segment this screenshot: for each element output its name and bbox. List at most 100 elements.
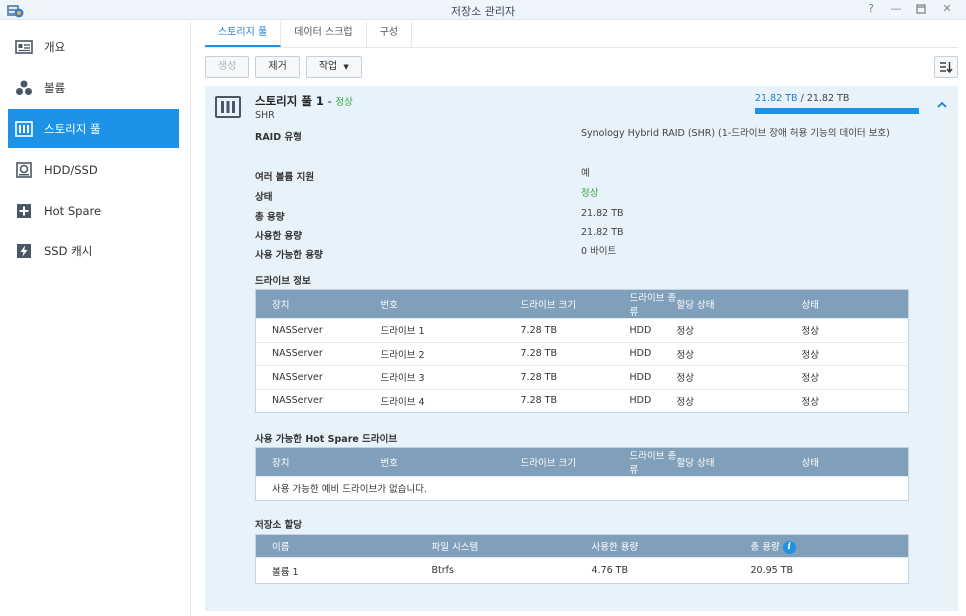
allocation-title: 저장소 할당: [255, 520, 303, 531]
table-row[interactable]: NASServer 드라이브 1 7.28 TB HDD 정상 정상: [255, 318, 909, 342]
hdd-icon: [14, 160, 34, 180]
hot-spare-title-prefix: 사용 가능한: [255, 434, 306, 445]
cell-name: 볼륨 1: [255, 557, 416, 584]
remove-button[interactable]: 제거: [255, 56, 300, 78]
column-header-label: 총 용량: [750, 541, 780, 553]
cell-type: HDD: [613, 318, 677, 342]
pool-title: 스토리지 풀 1 - 정상: [255, 94, 353, 108]
cell-type: HDD: [613, 388, 677, 413]
column-header[interactable]: 드라이브 종류: [613, 447, 677, 477]
storage-pool-icon: [14, 119, 34, 139]
cell-size: 7.28 TB: [504, 388, 614, 413]
prop-label-status: 상태: [255, 192, 273, 203]
tab-bar: 스토리지 풀 데이터 스크럽 구성: [205, 21, 412, 47]
cell-size: 7.28 TB: [504, 341, 614, 366]
minimize-icon[interactable]: —: [889, 2, 903, 16]
prop-label-used-capacity: 사용한 용량: [255, 231, 303, 242]
column-header[interactable]: 할당 상태: [676, 289, 786, 319]
cell-device: NASServer: [255, 365, 365, 389]
storage-pool-panel: 스토리지 풀 1 - 정상 SHR 21.82 TB / 21.82 TB RA…: [205, 86, 958, 611]
table-row[interactable]: NASServer 드라이브 3 7.28 TB HDD 정상 정상: [255, 365, 909, 389]
column-header[interactable]: 번호: [364, 289, 505, 319]
storage-pool-icon: [215, 96, 241, 118]
column-header[interactable]: 드라이브 종류: [613, 289, 677, 319]
column-header[interactable]: 장치: [255, 289, 365, 319]
column-header[interactable]: 할당 상태: [676, 447, 786, 477]
sidebar-item-volume[interactable]: 볼륨: [8, 68, 179, 107]
column-header[interactable]: 상태: [785, 289, 909, 319]
cell-allocation: 정상: [676, 318, 786, 342]
overview-icon: [14, 37, 34, 57]
column-header[interactable]: 이름: [255, 534, 416, 558]
sidebar-item-label: SSD 캐시: [44, 243, 93, 258]
drive-info-table: 장치 번호 드라이브 크기 드라이브 종류 할당 상태 상태 NASServer…: [255, 289, 909, 413]
sidebar-item-ssd-cache[interactable]: SSD 캐시: [8, 231, 179, 270]
prop-label-available-capacity: 사용 가능한 용량: [255, 250, 323, 261]
table-header-row: 장치 번호 드라이브 크기 드라이브 종류 할당 상태 상태: [255, 289, 909, 319]
column-header[interactable]: 장치: [255, 447, 365, 477]
tab-storage-pool[interactable]: 스토리지 풀: [205, 21, 282, 47]
pool-status: 정상: [335, 97, 353, 108]
cell-device: NASServer: [255, 388, 365, 413]
action-button-label: 작업: [318, 61, 338, 72]
prop-value-total-capacity: 21.82 TB: [581, 208, 624, 219]
title-bar: 저장소 관리자 ? — ✕: [0, 0, 966, 20]
capacity-text: 21.82 TB / 21.82 TB: [755, 93, 850, 104]
pool-name: 스토리지 풀 1: [255, 94, 324, 108]
hot-spare-icon: [14, 201, 34, 221]
sort-icon: [940, 62, 953, 73]
drive-info-title: 드라이브 정보: [255, 276, 311, 287]
caret-down-icon: ▼: [343, 63, 349, 71]
cell-device: NASServer: [255, 318, 365, 342]
column-header[interactable]: 총 용량 i: [734, 534, 909, 558]
ssd-cache-icon: [14, 241, 34, 261]
pool-type: SHR: [255, 110, 275, 121]
cell-number: 드라이브 1: [364, 318, 505, 342]
cell-type: HDD: [613, 341, 677, 366]
tab-config[interactable]: 구성: [367, 21, 412, 47]
cell-number: 드라이브 3: [364, 365, 505, 389]
tab-data-scrub[interactable]: 데이터 스크럽: [281, 21, 367, 47]
create-button[interactable]: 생성: [205, 56, 250, 78]
sidebar-item-hot-spare[interactable]: Hot Spare: [8, 191, 179, 230]
table-header-row: 장치 번호 드라이브 크기 드라이브 종류 할당 상태 상태: [255, 447, 909, 477]
sidebar-item-storage-pool[interactable]: 스토리지 풀: [8, 109, 179, 148]
prop-label-total-capacity: 총 용량: [255, 212, 285, 223]
capacity-used: 21.82 TB: [755, 93, 798, 104]
column-header[interactable]: 드라이브 크기: [504, 447, 614, 477]
table-row[interactable]: NASServer 드라이브 2 7.28 TB HDD 정상 정상: [255, 341, 909, 366]
info-icon[interactable]: i: [782, 540, 796, 554]
column-header[interactable]: 파일 시스템: [415, 534, 576, 558]
column-header[interactable]: 번호: [364, 447, 505, 477]
hot-spare-table: 장치 번호 드라이브 크기 드라이브 종류 할당 상태 상태 사용 가능한 예비…: [255, 447, 909, 501]
sidebar-item-label: 볼륨: [44, 80, 66, 95]
maximize-icon[interactable]: [914, 2, 928, 16]
sidebar-item-label: Hot Spare: [44, 203, 102, 218]
cell-number: 드라이브 4: [364, 388, 505, 413]
sort-button[interactable]: [934, 56, 958, 78]
cell-status: 정상: [785, 341, 909, 366]
chevron-up-icon[interactable]: [935, 98, 949, 112]
empty-row: 사용 가능한 예비 드라이브가 없습니다.: [255, 476, 909, 500]
prop-value-available-capacity: 0 바이트: [581, 246, 617, 257]
cell-size: 7.28 TB: [504, 365, 614, 389]
prop-label-multi-volume: 여러 볼륨 지원: [255, 172, 315, 183]
capacity-bar: [755, 108, 919, 114]
sidebar-item-overview[interactable]: 개요: [8, 27, 179, 66]
hot-spare-title-suffix: 드라이브: [358, 434, 398, 445]
help-icon[interactable]: ?: [864, 2, 878, 16]
cell-allocation: 정상: [676, 341, 786, 366]
window-title: 저장소 관리자: [450, 5, 516, 18]
prop-value-multi-volume: 예: [581, 168, 590, 179]
column-header[interactable]: 사용한 용량: [575, 534, 735, 558]
action-button[interactable]: 작업 ▼: [305, 56, 362, 78]
table-row[interactable]: 볼륨 1 Btrfs 4.76 TB 20.95 TB: [255, 557, 909, 584]
sidebar-item-hdd-ssd[interactable]: HDD/SSD: [8, 150, 179, 189]
column-header[interactable]: 상태: [785, 447, 909, 477]
cell-used: 4.76 TB: [575, 557, 735, 584]
close-icon[interactable]: ✕: [940, 2, 954, 16]
table-row[interactable]: NASServer 드라이브 4 7.28 TB HDD 정상 정상: [255, 388, 909, 413]
capacity-bar-fill: [755, 108, 919, 114]
cell-status: 정상: [785, 388, 909, 413]
column-header[interactable]: 드라이브 크기: [504, 289, 614, 319]
